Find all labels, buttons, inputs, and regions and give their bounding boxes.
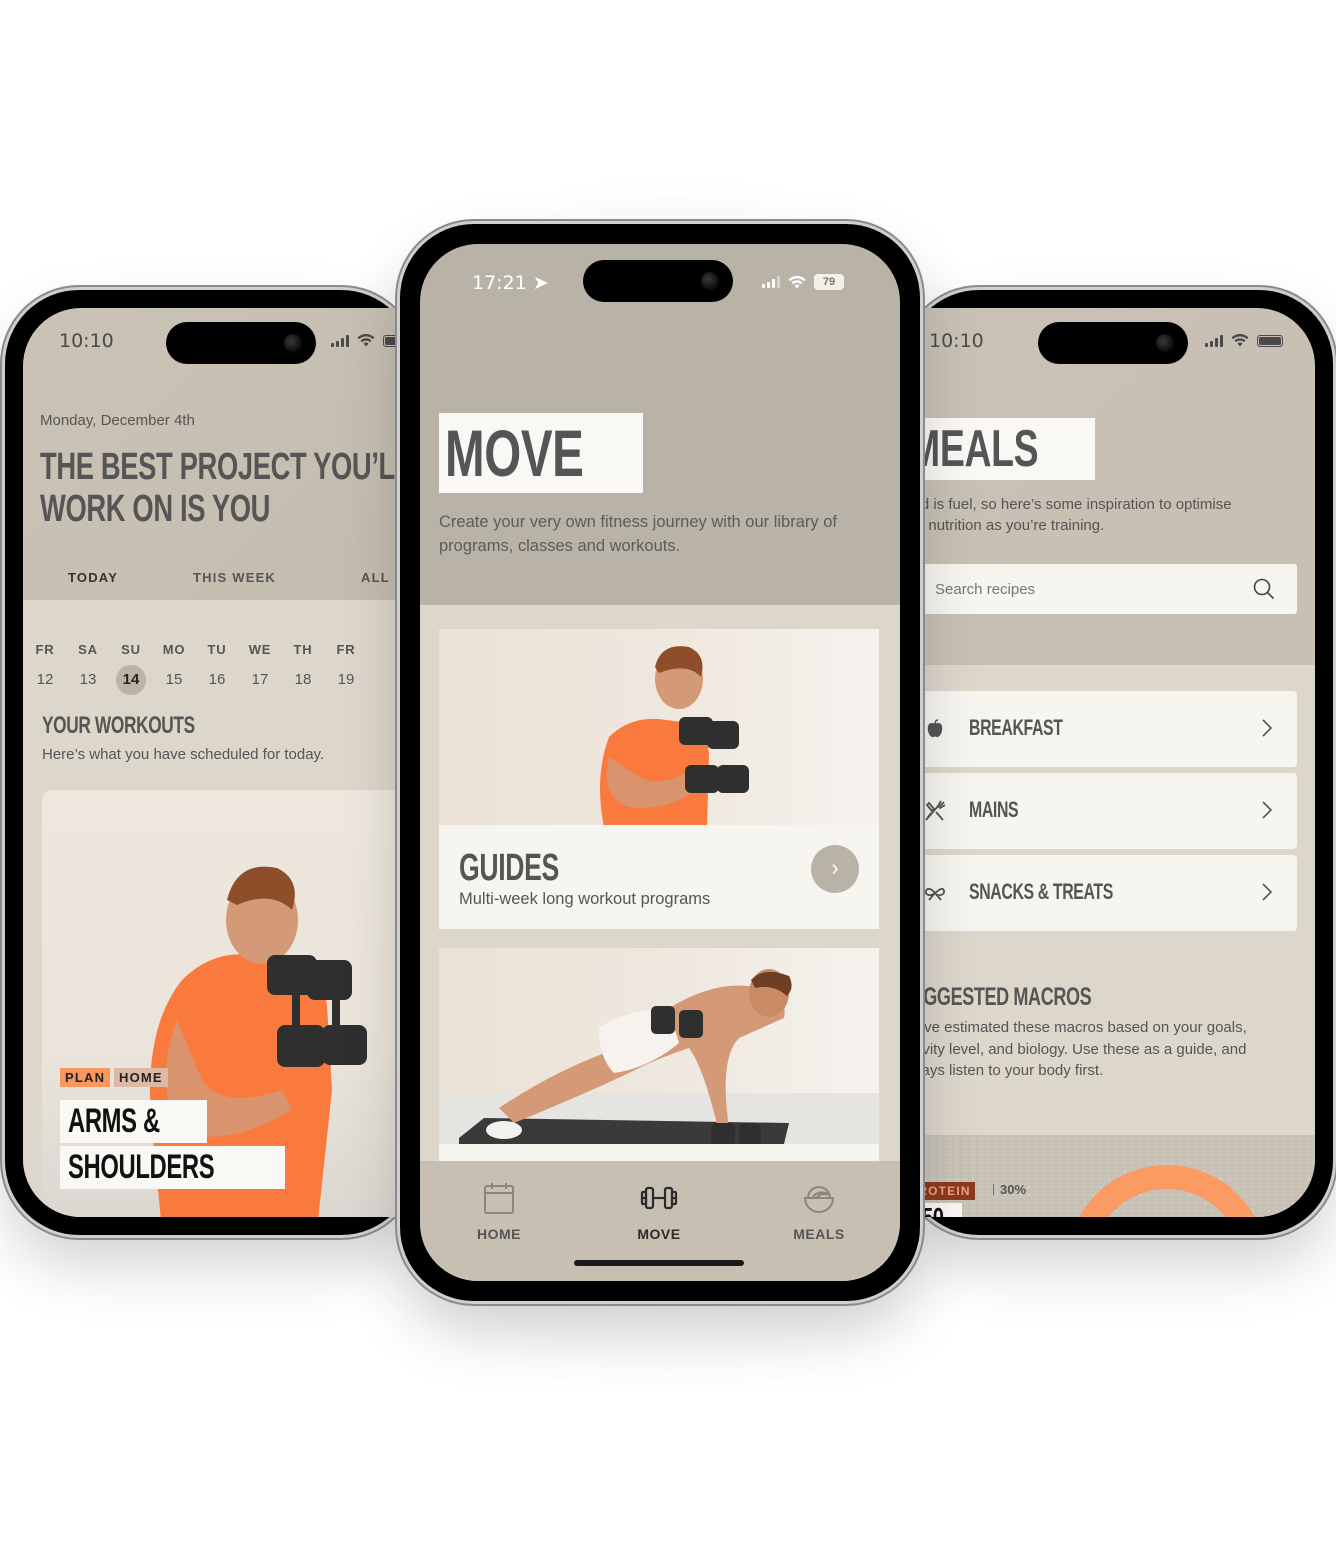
chevron-right-icon	[1262, 719, 1273, 737]
status-time: 10:10	[59, 330, 114, 352]
search-icon[interactable]	[1253, 578, 1275, 600]
dynamic-island	[166, 322, 316, 364]
current-date: Monday, December 4th	[40, 412, 195, 429]
day-item[interactable]: FR 12	[25, 642, 65, 695]
macros-heading: SUGGESTED MACROS	[905, 983, 1092, 1011]
category-snacks-treats[interactable]: SNACKS & TREATS	[905, 855, 1297, 931]
day-item[interactable]: SA 13	[68, 642, 108, 695]
tab-all[interactable]: ALL	[361, 570, 390, 585]
nav-move[interactable]: MOVE	[614, 1181, 704, 1242]
recipe-search[interactable]	[905, 564, 1297, 614]
macros-description: We've estimated these macros based on yo…	[905, 1019, 1247, 1079]
classes-photo	[439, 948, 879, 1144]
meals-content: BREAKFAST MAINS SNACKS & TREATS SUGGESTE…	[905, 665, 1315, 1217]
page-description: Create your very own fitness journey wit…	[439, 513, 837, 555]
phone-home-screen: 10:10 Monday, December 4th THE BEST PROJ…	[5, 290, 415, 1235]
page-title: MEALS	[905, 418, 1095, 480]
bottom-nav: HOME MOVE MEALS	[420, 1161, 900, 1281]
tag-home: HOME	[114, 1068, 168, 1087]
signal-icon	[1205, 334, 1223, 347]
signal-icon	[762, 276, 780, 288]
protein-percent: 30%	[993, 1182, 1026, 1197]
wifi-icon	[788, 275, 806, 288]
pretzel-icon	[924, 887, 945, 901]
chevron-right-icon	[1262, 883, 1273, 901]
protein-ring-chart	[1067, 1165, 1267, 1217]
battery-icon	[1257, 334, 1283, 347]
category-breakfast[interactable]: BREAKFAST	[905, 691, 1297, 767]
status-icons	[331, 334, 409, 347]
workout-title-line-1: ARMS &	[60, 1100, 208, 1143]
day-item[interactable]: TU 16	[197, 642, 237, 695]
dynamic-island	[1038, 322, 1188, 364]
workouts-subheading: Here’s what you have scheduled for today…	[42, 746, 325, 763]
status-time: 10:10	[929, 330, 984, 352]
tab-this-week[interactable]: THIS WEEK	[193, 570, 276, 585]
status-icons: 79	[762, 274, 844, 290]
tab-today[interactable]: TODAY	[68, 570, 118, 585]
classes-card[interactable]	[439, 948, 879, 1178]
guides-photo	[439, 629, 879, 825]
category-mains[interactable]: MAINS	[905, 773, 1297, 849]
workouts-heading: YOUR WORKOUTS	[42, 712, 195, 739]
status-time: 17:21 ➤	[472, 272, 549, 294]
day-item-selected[interactable]: SU 14	[111, 642, 151, 695]
phone-meals-screen: 10:10 MEALS Food is fuel, so here’s some…	[905, 290, 1333, 1235]
status-icons	[1205, 334, 1283, 347]
day-item[interactable]: FR 19	[326, 642, 366, 695]
wifi-icon	[357, 334, 375, 347]
macro-panel: PROTEIN 30% 150	[905, 1135, 1315, 1217]
apple-icon	[927, 719, 943, 738]
guides-subtitle: Multi-week long workout programs	[459, 890, 711, 908]
home-content: TH11 FR12 SA13 SU14 MO15 TU16 WE17 TH18 …	[23, 600, 415, 1217]
workout-card[interactable]: ··· PLAN HOME ARMS & SHOULDERS	[42, 790, 415, 1217]
battery-icon: 79	[814, 274, 844, 290]
nav-home[interactable]: HOME	[454, 1181, 544, 1242]
move-screen: 17:21 ➤ 79 MOVE Create your very own fit…	[420, 244, 900, 1281]
guides-card[interactable]: GUIDES Multi-week long workout programs …	[439, 629, 879, 929]
phone-move-screen: 17:21 ➤ 79 MOVE Create your very own fit…	[400, 224, 920, 1301]
guides-title: GUIDES	[459, 847, 559, 889]
day-item[interactable]: MO 15	[154, 642, 194, 695]
utensils-icon	[925, 800, 946, 821]
workout-title-line-2: SHOULDERS	[60, 1146, 285, 1189]
move-content: GUIDES Multi-week long workout programs …	[420, 605, 900, 1178]
meals-screen: 10:10 MEALS Food is fuel, so here’s some…	[905, 308, 1315, 1217]
day-item[interactable]: TH 18	[283, 642, 323, 695]
signal-icon	[331, 334, 349, 347]
home-indicator	[574, 1260, 744, 1266]
dumbbell-icon	[640, 1186, 678, 1210]
dynamic-island	[583, 260, 733, 302]
headline-line-1: THE BEST PROJECT YOU’LL	[40, 446, 412, 488]
headline-line-2: WORK ON IS YOU	[40, 488, 271, 530]
chevron-right-icon	[1262, 801, 1273, 819]
home-screen: 10:10 Monday, December 4th THE BEST PROJ…	[23, 308, 415, 1217]
wifi-icon	[1231, 334, 1249, 347]
search-input[interactable]	[935, 564, 1235, 614]
calendar-icon	[484, 1183, 514, 1214]
headline: THE BEST PROJECT YOU’LL WORK ON IS YOU	[40, 446, 412, 530]
schedule-tabs: TODAY THIS WEEK ALL	[23, 570, 415, 603]
nav-meals[interactable]: MEALS	[774, 1181, 864, 1242]
day-item[interactable]: WE 17	[240, 642, 280, 695]
bowl-icon	[803, 1186, 835, 1213]
chevron-right-button[interactable]: ›	[811, 845, 859, 893]
tag-plan: PLAN	[60, 1068, 111, 1087]
page-description: Food is fuel, so here’s some inspiration…	[905, 496, 1232, 534]
page-title: MOVE	[439, 413, 644, 493]
location-arrow-icon: ➤	[532, 272, 549, 294]
